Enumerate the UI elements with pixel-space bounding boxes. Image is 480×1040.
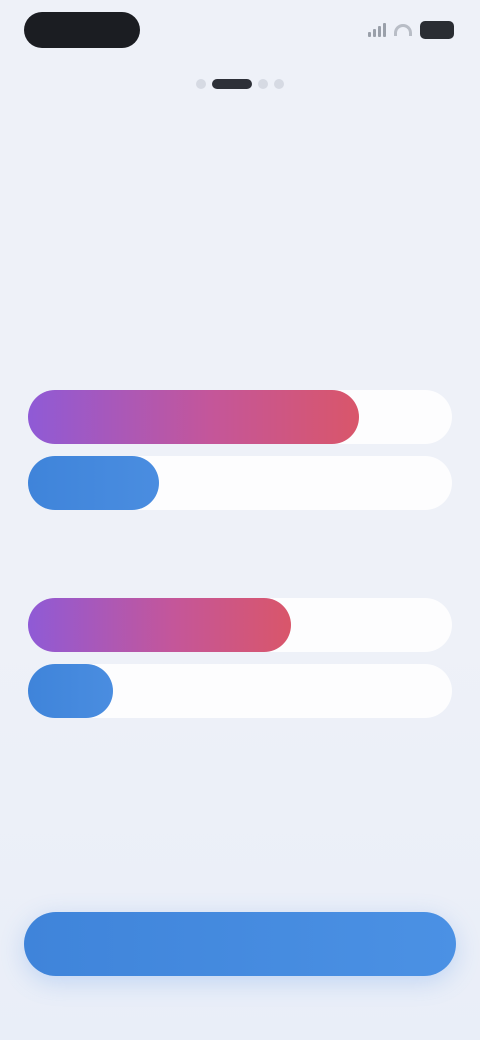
comparison-group-2: [28, 566, 452, 718]
comparison-group-1: [28, 358, 452, 510]
group-label: [28, 358, 452, 378]
wifi-icon: [394, 24, 412, 36]
bar-fill: [28, 456, 159, 510]
comparison-bar: [28, 390, 452, 444]
dynamic-island: [24, 12, 140, 48]
status-bar: [0, 0, 480, 64]
bar-fill: [28, 390, 359, 444]
progress-dot: [196, 79, 206, 89]
comparison-bar: [28, 598, 452, 652]
signal-icon: [368, 23, 386, 37]
continue-button[interactable]: [24, 912, 456, 976]
bar-fill: [28, 664, 113, 718]
battery-icon: [420, 21, 454, 39]
comparison-bar: [28, 664, 452, 718]
status-icons: [368, 20, 454, 40]
bar-fill: [28, 598, 291, 652]
progress-dot: [258, 79, 268, 89]
onboarding-progress: [0, 74, 480, 94]
progress-dot-active: [212, 79, 252, 89]
comparison-bar: [28, 456, 452, 510]
progress-dot: [274, 79, 284, 89]
group-label: [28, 566, 452, 586]
